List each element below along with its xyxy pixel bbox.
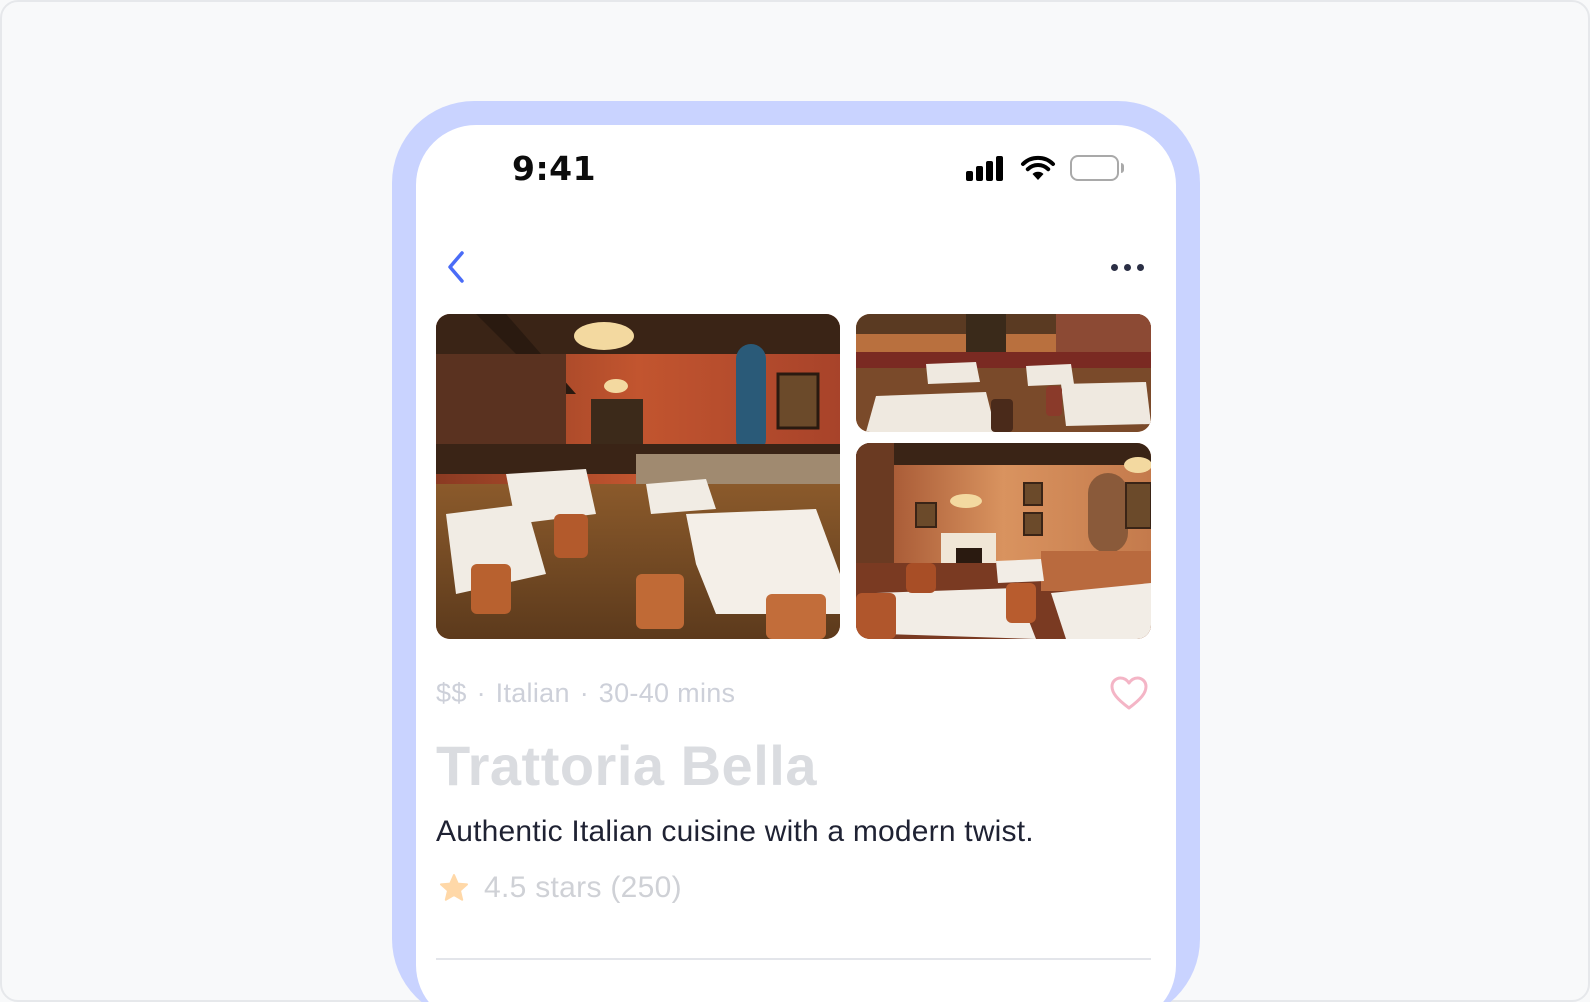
chevron-left-icon bbox=[448, 251, 464, 283]
phone-screen: 9:41 $$ · Italian · 30-40 mins Trattoria… bbox=[416, 125, 1176, 1002]
wifi-icon bbox=[1021, 155, 1055, 180]
back-button[interactable] bbox=[436, 247, 476, 287]
heart-icon bbox=[1110, 676, 1148, 710]
divider bbox=[436, 958, 1151, 960]
photo-gallery bbox=[436, 314, 1151, 639]
signal-icon bbox=[966, 155, 1006, 181]
more-horizontal-icon bbox=[1110, 263, 1118, 271]
battery-icon bbox=[1070, 155, 1124, 181]
more-button[interactable] bbox=[1102, 247, 1152, 287]
restaurant-interior-image bbox=[856, 443, 1151, 639]
restaurant-interior-image bbox=[436, 314, 840, 639]
restaurant-photo-top[interactable] bbox=[856, 314, 1151, 432]
restaurant-name: Trattoria Bella bbox=[436, 734, 817, 797]
rating-text: 4.5 stars (250) bbox=[484, 871, 682, 904]
status-icons bbox=[966, 154, 1124, 182]
status-time: 9:41 bbox=[512, 149, 597, 188]
separator-dot: · bbox=[579, 677, 589, 708]
restaurant-photo-main[interactable] bbox=[436, 314, 840, 639]
rating-row: 4.5 stars (250) bbox=[438, 871, 682, 905]
status-bar: 9:41 bbox=[416, 125, 1176, 215]
restaurant-photo-bottom[interactable] bbox=[856, 443, 1151, 639]
price-level: $$ bbox=[436, 677, 467, 708]
restaurant-interior-image bbox=[856, 314, 1151, 432]
separator-dot: · bbox=[476, 677, 486, 708]
nav-bar bbox=[416, 237, 1176, 297]
restaurant-description: Authentic Italian cuisine with a modern … bbox=[436, 815, 1034, 848]
star-icon bbox=[440, 874, 468, 901]
meta-row: $$ · Italian · 30-40 mins bbox=[436, 673, 1151, 713]
delivery-time: 30-40 mins bbox=[598, 677, 736, 708]
favorite-button[interactable] bbox=[1109, 675, 1149, 711]
cuisine-label: Italian bbox=[495, 677, 570, 708]
